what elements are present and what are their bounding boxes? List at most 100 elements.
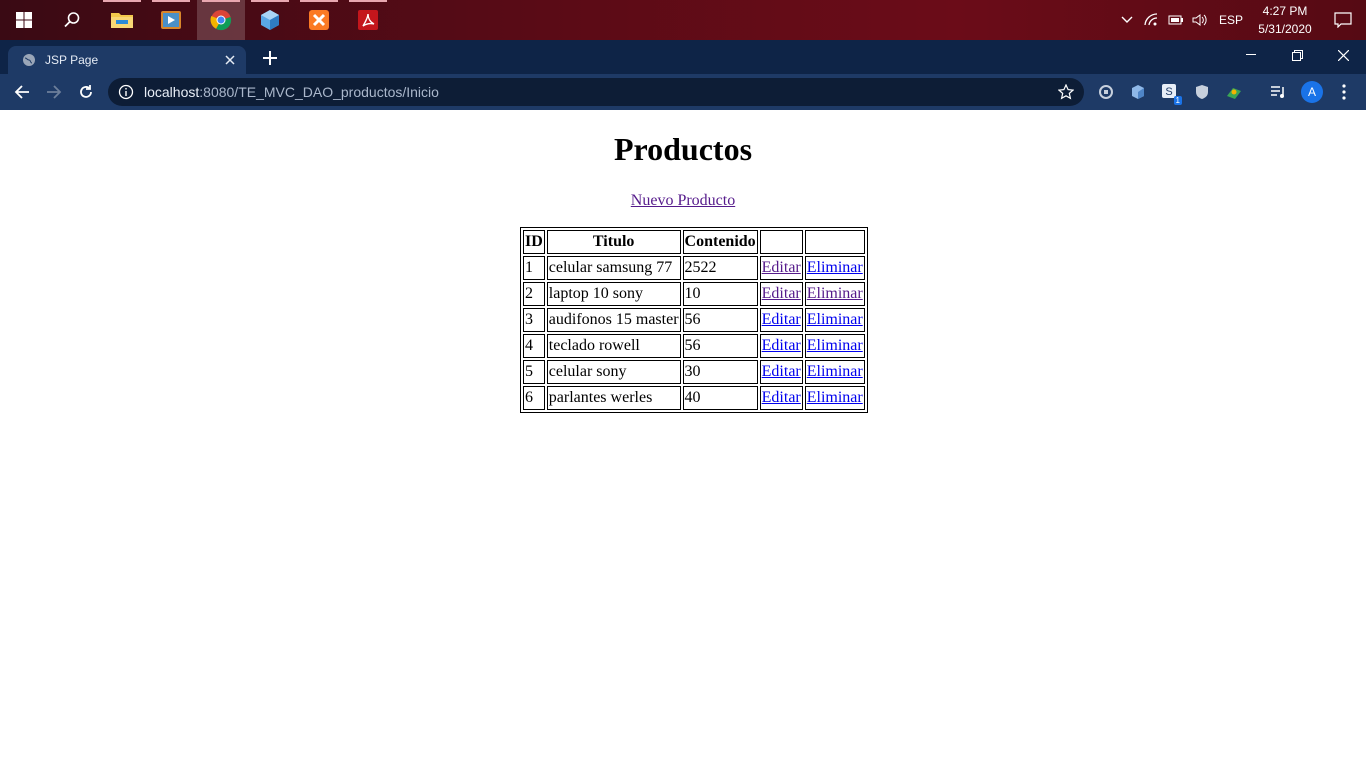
edit-link[interactable]: Editar bbox=[762, 285, 801, 302]
new-product-container: Nuevo Producto bbox=[0, 192, 1366, 210]
back-button[interactable] bbox=[10, 80, 34, 104]
cell-delete: Eliminar bbox=[804, 256, 865, 280]
edit-link[interactable]: Editar bbox=[762, 311, 801, 328]
taskbar-app-file-explorer[interactable] bbox=[98, 0, 146, 40]
column-header-contenido: Contenido bbox=[682, 230, 758, 254]
extension-button[interactable]: S 1 bbox=[1160, 82, 1182, 105]
forward-button[interactable] bbox=[42, 80, 66, 104]
info-icon[interactable] bbox=[118, 84, 134, 100]
edit-link[interactable]: Editar bbox=[762, 337, 801, 354]
action-center-button[interactable] bbox=[1320, 0, 1366, 40]
tab-close-button[interactable] bbox=[220, 50, 240, 70]
column-header-delete bbox=[804, 230, 865, 254]
table-row: 4 teclado rowell 56 Editar Eliminar bbox=[523, 334, 865, 358]
cell-edit: Editar bbox=[759, 282, 803, 306]
media-controls-button[interactable] bbox=[1268, 82, 1288, 102]
language-indicator[interactable]: ESP bbox=[1212, 0, 1250, 40]
cell-delete: Eliminar bbox=[804, 386, 865, 410]
table-row: 6 parlantes werles 40 Editar Eliminar bbox=[523, 386, 865, 410]
extension-sync-icon bbox=[1099, 85, 1113, 99]
close-icon bbox=[1337, 49, 1349, 61]
minimize-button[interactable] bbox=[1228, 40, 1274, 70]
close-icon bbox=[225, 55, 235, 65]
cell-titulo: teclado rowell bbox=[546, 334, 681, 358]
show-hidden-icons-button[interactable] bbox=[1114, 0, 1140, 40]
running-indicator bbox=[103, 0, 141, 2]
browser-tab[interactable]: JSP Page bbox=[8, 46, 246, 74]
address-bar[interactable]: localhost:8080/TE_MVC_DAO_productos/Inic… bbox=[108, 78, 1084, 106]
speaker-icon bbox=[1192, 14, 1207, 26]
delete-link[interactable]: Eliminar bbox=[807, 311, 863, 328]
search-button[interactable] bbox=[48, 0, 96, 40]
taskbar-app-virtualbox[interactable] bbox=[246, 0, 294, 40]
browser-menu-button[interactable] bbox=[1334, 82, 1354, 102]
volume-button[interactable] bbox=[1188, 0, 1212, 40]
start-button[interactable] bbox=[0, 0, 48, 40]
cell-contenido: 40 bbox=[682, 386, 758, 410]
taskbar-app-xampp[interactable] bbox=[295, 0, 343, 40]
cell-id: 3 bbox=[523, 308, 545, 332]
clock-date: 5/31/2020 bbox=[1258, 22, 1312, 36]
running-indicator bbox=[251, 0, 289, 2]
windows-icon bbox=[16, 12, 32, 28]
xampp-icon bbox=[309, 10, 329, 30]
extension-button[interactable] bbox=[1224, 82, 1244, 102]
cell-delete: Eliminar bbox=[804, 282, 865, 306]
delete-link[interactable]: Eliminar bbox=[807, 389, 863, 406]
new-tab-button[interactable] bbox=[258, 46, 282, 70]
chevron-down-icon bbox=[1121, 16, 1133, 23]
extension-icon bbox=[1227, 88, 1241, 99]
table-header-row: ID Titulo Contenido bbox=[523, 230, 865, 254]
reload-icon bbox=[80, 85, 92, 98]
new-product-link[interactable]: Nuevo Producto bbox=[631, 192, 735, 209]
cell-contenido: 10 bbox=[682, 282, 758, 306]
cell-contenido: 56 bbox=[682, 334, 758, 358]
extension-button[interactable] bbox=[1128, 82, 1148, 102]
tab-title: JSP Page bbox=[45, 53, 99, 67]
browser-tab-strip: JSP Page bbox=[0, 40, 1366, 74]
delete-link[interactable]: Eliminar bbox=[807, 259, 863, 276]
delete-link[interactable]: Eliminar bbox=[807, 285, 863, 302]
delete-link[interactable]: Eliminar bbox=[807, 363, 863, 380]
extension-button[interactable] bbox=[1096, 82, 1116, 102]
table-row: 2 laptop 10 sony 10 Editar Eliminar bbox=[523, 282, 865, 306]
running-indicator bbox=[349, 0, 387, 2]
kebab-menu-icon bbox=[1342, 84, 1346, 100]
edit-link[interactable]: Editar bbox=[762, 389, 801, 406]
taskbar-app-media-player[interactable] bbox=[147, 0, 195, 40]
profile-avatar[interactable]: A bbox=[1301, 81, 1323, 103]
file-explorer-icon bbox=[111, 13, 133, 28]
wifi-icon bbox=[1144, 13, 1158, 26]
browser-toolbar: localhost:8080/TE_MVC_DAO_productos/Inic… bbox=[0, 74, 1366, 110]
edit-link[interactable]: Editar bbox=[762, 363, 801, 380]
cell-edit: Editar bbox=[759, 360, 803, 384]
url-path: :8080/TE_MVC_DAO_productos/Inicio bbox=[199, 84, 439, 100]
star-icon[interactable] bbox=[1058, 84, 1074, 100]
arrow-left-icon bbox=[14, 85, 29, 99]
table-row: 1 celular samsung 77 2522 Editar Elimina… bbox=[523, 256, 865, 280]
playlist-icon bbox=[1271, 86, 1284, 98]
system-tray: ESP 4:27 PM 5/31/2020 bbox=[1114, 0, 1366, 40]
taskbar-app-chrome[interactable] bbox=[197, 0, 245, 40]
reload-button[interactable] bbox=[74, 80, 98, 104]
edit-link[interactable]: Editar bbox=[762, 259, 801, 276]
extension-button[interactable] bbox=[1192, 82, 1212, 102]
restore-icon bbox=[1291, 49, 1303, 61]
taskbar-app-acrobat[interactable] bbox=[344, 0, 392, 40]
clock[interactable]: 4:27 PM 5/31/2020 bbox=[1250, 0, 1320, 40]
cell-delete: Eliminar bbox=[804, 360, 865, 384]
delete-link[interactable]: Eliminar bbox=[807, 337, 863, 354]
restore-button[interactable] bbox=[1274, 40, 1320, 70]
cell-titulo: audifonos 15 master bbox=[546, 308, 681, 332]
window-close-button[interactable] bbox=[1320, 40, 1366, 70]
search-icon bbox=[64, 12, 80, 28]
cell-id: 1 bbox=[523, 256, 545, 280]
cell-titulo: parlantes werles bbox=[546, 386, 681, 410]
cell-id: 2 bbox=[523, 282, 545, 306]
network-button[interactable] bbox=[1140, 0, 1164, 40]
cell-id: 4 bbox=[523, 334, 545, 358]
extension-badge: 1 bbox=[1173, 96, 1182, 105]
battery-button[interactable] bbox=[1164, 0, 1188, 40]
running-indicator bbox=[300, 0, 338, 2]
arrow-right-icon bbox=[47, 85, 62, 99]
